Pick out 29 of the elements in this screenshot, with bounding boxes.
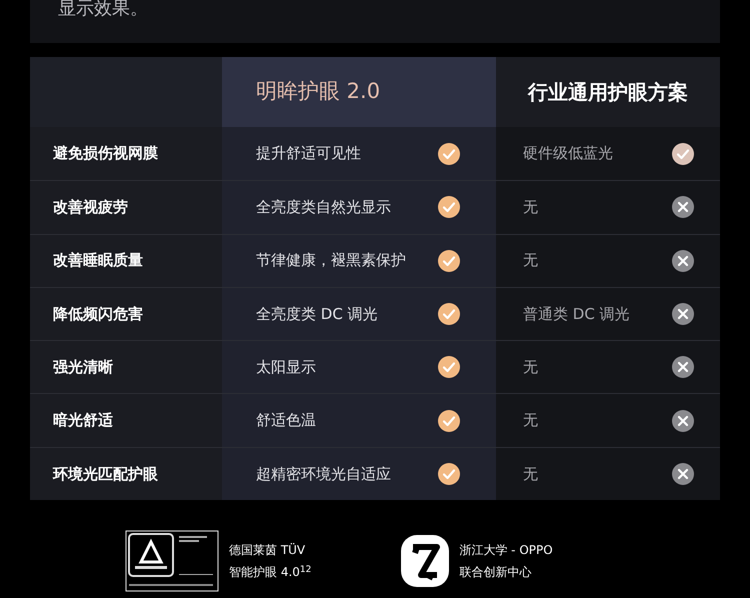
feature-value: 太阳显示 (256, 357, 316, 378)
feature-label: 强光清晰 (53, 357, 113, 378)
feature-value: 无 (523, 464, 538, 485)
feature-label: 降低频闪危害 (53, 304, 143, 325)
certification-text: 联合创新中心 (459, 564, 532, 582)
feature-value: 无 (523, 250, 538, 272)
feature-label: 改善视疲劳 (53, 197, 128, 218)
feature-value: 普通类 DC 调光 (523, 304, 630, 325)
feature-value: 超精密环境光自适应 (256, 464, 391, 485)
certification-text: 德国莱茵 TÜV (229, 542, 306, 560)
feature-label: 避免损伤视网膜 (53, 143, 158, 164)
intro-text: 显示效果。 (58, 0, 148, 18)
feature-value: 舒适色温 (256, 410, 316, 432)
feature-value: 无 (523, 410, 538, 432)
certification-text: 智能护眼 4.0$^{12}$ (229, 564, 312, 582)
feature-value: 无 (523, 357, 538, 378)
feature-value: 节律健康，褪黑素保护 (256, 250, 406, 272)
certification-text: 浙江大学 - OPPO (459, 542, 553, 560)
feature-value: 提升舒适可见性 (256, 143, 361, 164)
feature-label: 环境光匹配护眼 (53, 464, 158, 485)
feature-label: 暗光舒适 (53, 410, 113, 432)
feature-label: 改善睡眠质量 (53, 250, 143, 272)
feature-value: 全亮度类 DC 调光 (256, 304, 378, 325)
column-header: 行业通用护眼方案 (528, 79, 688, 106)
university-logo-icon (401, 535, 450, 588)
column-header: 明眸护眼 2.0 (256, 78, 380, 106)
feature-value: 无 (523, 197, 538, 218)
feature-value: 硬件级低蓝光 (523, 143, 613, 164)
feature-value: 全亮度类自然光显示 (256, 197, 391, 218)
